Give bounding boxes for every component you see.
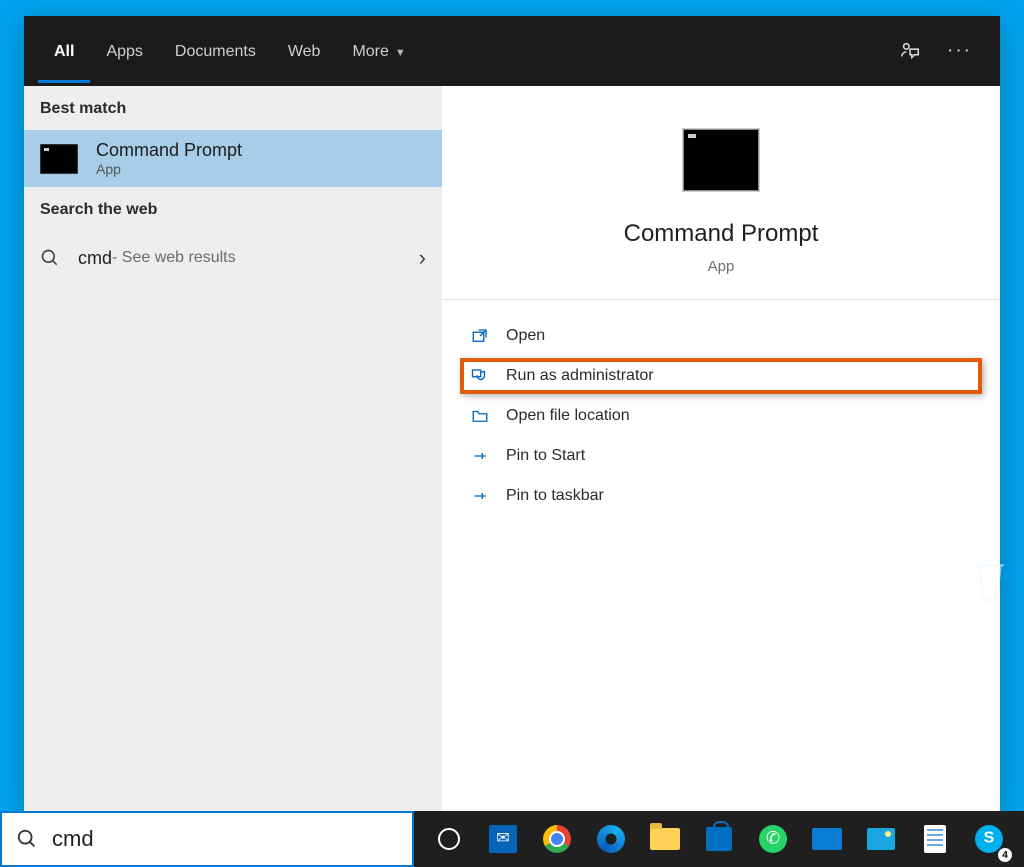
action-pin-to-start[interactable]: Pin to Start: [460, 438, 982, 474]
tab-apps[interactable]: Apps: [90, 19, 158, 83]
search-tabbar: All Apps Documents Web More▼ ···: [24, 16, 1000, 86]
taskbar-search-box[interactable]: [0, 811, 414, 867]
skype-badge: 4: [998, 848, 1012, 862]
taskbar-icons: 4: [414, 811, 1024, 867]
search-input[interactable]: [52, 826, 398, 852]
cortana-icon[interactable]: [428, 818, 470, 860]
search-web-label: Search the web: [24, 187, 442, 231]
pin-icon: [468, 487, 492, 505]
action-pin-to-taskbar[interactable]: Pin to taskbar: [460, 478, 982, 514]
action-run-as-administrator[interactable]: Run as administrator: [460, 358, 982, 394]
start-search-panel: All Apps Documents Web More▼ ··· Best ma…: [24, 16, 1000, 811]
web-result-cmd[interactable]: cmd - See web results ›: [24, 231, 442, 285]
tab-web[interactable]: Web: [272, 19, 337, 83]
tab-documents[interactable]: Documents: [159, 19, 272, 83]
whatsapp-icon[interactable]: [752, 818, 794, 860]
file-explorer-icon[interactable]: [644, 818, 686, 860]
feedback-icon[interactable]: [899, 40, 921, 62]
notepad-icon[interactable]: [914, 818, 956, 860]
taskbar: 4: [0, 811, 1024, 867]
result-subtitle: App: [96, 161, 242, 177]
web-term: cmd: [78, 248, 112, 269]
result-command-prompt[interactable]: Command Prompt App: [24, 130, 442, 187]
preview-pane: Command Prompt App Open Run as administr…: [442, 86, 1000, 811]
action-open[interactable]: Open: [460, 318, 982, 354]
microsoft-store-icon[interactable]: [698, 818, 740, 860]
chevron-down-icon: ▼: [395, 47, 406, 59]
search-icon: [40, 248, 60, 268]
cmd-preview-icon: [682, 128, 760, 192]
outlook-icon[interactable]: [482, 818, 524, 860]
pin-icon: [468, 447, 492, 465]
more-options-icon[interactable]: ···: [947, 40, 972, 62]
skype-icon[interactable]: 4: [968, 818, 1010, 860]
cmd-icon: [40, 144, 78, 174]
photos-icon[interactable]: [860, 818, 902, 860]
open-icon: [468, 327, 492, 345]
search-icon: [16, 828, 38, 850]
recycle-bin-icon[interactable]: [968, 555, 1012, 607]
tab-all[interactable]: All: [38, 19, 90, 83]
best-match-label: Best match: [24, 86, 442, 130]
web-suffix: - See web results: [112, 249, 236, 267]
preview-title: Command Prompt: [624, 220, 819, 248]
results-list: Best match Command Prompt App Search the…: [24, 86, 442, 811]
action-open-file-location[interactable]: Open file location: [460, 398, 982, 434]
edge-icon[interactable]: [590, 818, 632, 860]
folder-icon: [468, 407, 492, 425]
chrome-icon[interactable]: [536, 818, 578, 860]
tab-more[interactable]: More▼: [336, 19, 421, 83]
folders-icon[interactable]: [806, 818, 848, 860]
shield-icon: [468, 367, 492, 385]
result-title: Command Prompt: [96, 140, 242, 161]
chevron-right-icon: ›: [419, 245, 426, 271]
preview-subtitle: App: [708, 258, 735, 275]
